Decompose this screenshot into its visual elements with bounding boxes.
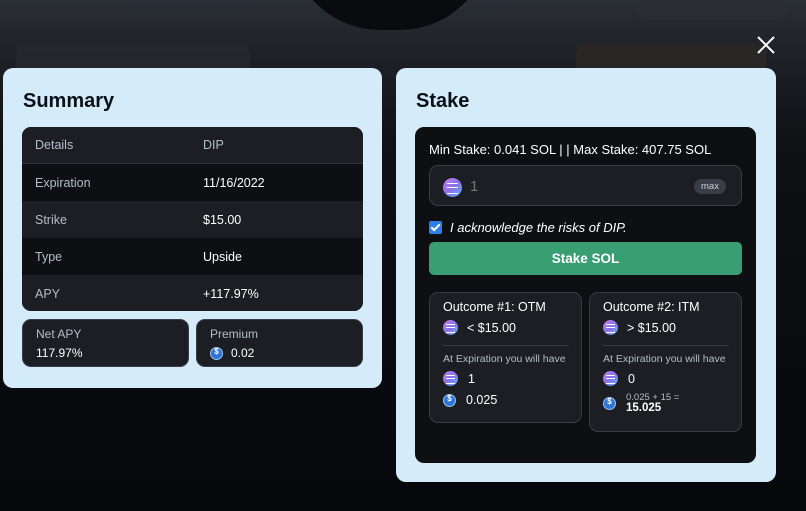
premium-value: 0.02 — [231, 346, 255, 360]
sol-icon — [603, 320, 618, 335]
outcome-card-itm: Outcome #2: ITM > $15.00 At Expiration y… — [589, 292, 742, 432]
sol-icon — [443, 371, 458, 386]
outcome-usdc-amount: 0.025 — [466, 393, 498, 407]
stake-panel: Stake Min Stake: 0.041 SOL | | Max Stake… — [396, 68, 776, 482]
table-row: Type Upside — [22, 238, 363, 275]
close-icon — [757, 36, 775, 54]
background-chip — [636, 0, 788, 20]
outcome-condition: > $15.00 — [603, 320, 676, 335]
sol-icon — [443, 178, 462, 197]
divider — [443, 345, 569, 346]
stake-title: Stake — [416, 90, 470, 112]
outcome-sol-amount: 0 — [628, 371, 635, 386]
summary-title: Summary — [23, 90, 115, 112]
divider — [603, 345, 729, 346]
outcome-sol-line: 0 — [603, 371, 635, 386]
net-apy-label: Net APY — [36, 327, 82, 341]
usdc-icon — [603, 396, 616, 410]
table-row: Expiration 11/16/2022 — [22, 164, 363, 201]
outcome-usdc-formula: 0.025 + 15 = 15.025 — [626, 393, 679, 414]
stake-amount-field[interactable]: max — [429, 165, 742, 206]
outcome-condition-text: < $15.00 — [467, 320, 517, 335]
summary-panel: Summary Details DIP Expiration 11/16/202… — [3, 68, 382, 388]
premium-label: Premium — [210, 327, 259, 341]
outcome-condition-text: > $15.00 — [627, 320, 677, 335]
outcome-sol-amount: 1 — [468, 371, 475, 386]
outcome-note: At Expiration you will have — [443, 353, 566, 365]
row-value: 11/16/2022 — [203, 175, 265, 190]
stake-card: Min Stake: 0.041 SOL | | Max Stake: 407.… — [415, 127, 756, 463]
stake-limits: Min Stake: 0.041 SOL | | Max Stake: 407.… — [429, 142, 712, 157]
details-table: Details DIP Expiration 11/16/2022 Strike… — [22, 127, 363, 311]
row-value: DIP — [203, 138, 224, 152]
outcome-title: Outcome #1: OTM — [443, 300, 546, 314]
close-button[interactable] — [754, 33, 778, 57]
outcome-sol-line: 1 — [443, 371, 475, 386]
acknowledge-checkbox[interactable] — [429, 220, 442, 234]
acknowledge-row: I acknowledge the risks of DIP. — [429, 219, 627, 235]
row-label: Strike — [35, 212, 67, 227]
outcome-card-otm: Outcome #1: OTM < $15.00 At Expiration y… — [429, 292, 582, 423]
sol-icon — [443, 320, 458, 335]
sol-icon — [603, 371, 618, 386]
premium-value-row: 0.02 — [210, 346, 254, 360]
usdc-icon — [210, 346, 223, 360]
table-row: Details DIP — [22, 127, 363, 164]
table-row: APY +117.97% — [22, 275, 363, 311]
row-label: APY — [35, 286, 61, 301]
row-value: Upside — [203, 249, 242, 264]
row-value: $15.00 — [203, 212, 242, 227]
acknowledge-text: I acknowledge the risks of DIP. — [450, 219, 627, 235]
outcome-usdc-line: 0.025 + 15 = 15.025 — [603, 393, 679, 414]
usdc-icon — [443, 393, 456, 407]
background-bar — [16, 44, 250, 70]
stake-sol-button[interactable]: Stake SOL — [429, 242, 742, 275]
stake-amount-input[interactable] — [470, 175, 670, 197]
outcome-usdc-line: 0.025 — [443, 393, 497, 407]
background-bar — [576, 44, 766, 70]
max-button[interactable]: max — [694, 179, 726, 194]
row-value: +117.97% — [203, 286, 259, 301]
row-label: Type — [35, 249, 63, 264]
outcome-note: At Expiration you will have — [603, 353, 726, 365]
outcome-title: Outcome #2: ITM — [603, 300, 700, 314]
outcome-usdc-amount: 15.025 — [626, 402, 662, 414]
table-row: Strike $15.00 — [22, 201, 363, 238]
outcome-condition: < $15.00 — [443, 320, 516, 335]
row-label: Details — [35, 138, 74, 152]
net-apy-card: Net APY 117.97% — [22, 319, 189, 367]
premium-card: Premium 0.02 — [196, 319, 363, 367]
net-apy-value: 117.97% — [36, 346, 83, 360]
row-label: Expiration — [35, 175, 91, 190]
